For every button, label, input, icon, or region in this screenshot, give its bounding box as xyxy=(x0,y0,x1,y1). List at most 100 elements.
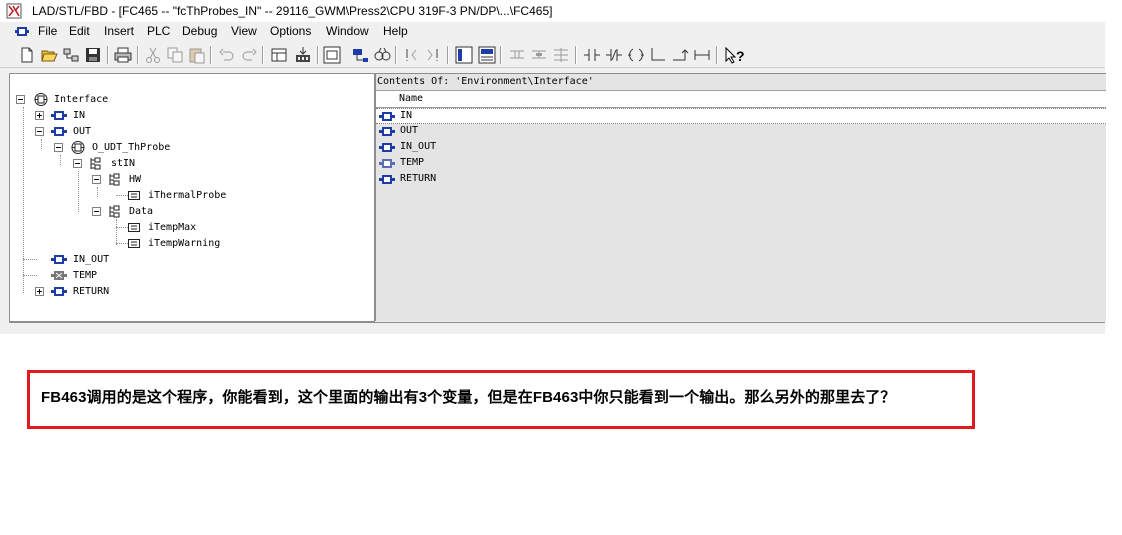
toolbar-separator xyxy=(317,46,319,64)
tree-label: RETURN xyxy=(73,286,110,297)
tree-connector xyxy=(23,259,37,260)
toolbar-separator xyxy=(395,46,397,64)
variable-icon xyxy=(128,191,140,200)
toolbar-separator xyxy=(447,46,449,64)
toolbar-separator xyxy=(575,46,577,64)
undo-icon[interactable] xyxy=(218,46,236,64)
param-icon xyxy=(51,127,67,136)
tree-connector xyxy=(41,139,42,149)
contents-row-return[interactable]: RETURN xyxy=(376,171,1106,187)
svg-text:?: ? xyxy=(736,48,744,64)
collapse-toggle[interactable] xyxy=(16,95,25,104)
menu-help[interactable]: Help xyxy=(383,24,408,38)
new-icon[interactable] xyxy=(18,46,36,64)
tree-label: TEMP xyxy=(73,270,98,281)
collapse-toggle[interactable] xyxy=(35,127,44,136)
cut-icon[interactable] xyxy=(144,46,162,64)
tree-label: IN_OUT xyxy=(73,254,110,265)
toolbar: ? xyxy=(0,42,1105,68)
menu-file[interactable]: File xyxy=(38,24,57,38)
network-icon[interactable] xyxy=(323,46,341,64)
coil-icon[interactable] xyxy=(627,46,645,64)
copy-icon[interactable] xyxy=(166,46,184,64)
menu-edit[interactable]: Edit xyxy=(69,24,90,38)
branch-icon[interactable] xyxy=(508,46,526,64)
contents-row-in-out[interactable]: IN_OUT xyxy=(376,139,1106,155)
close-icon[interactable] xyxy=(671,46,689,64)
param-icon xyxy=(51,111,67,120)
contents-pane[interactable]: Contents Of: 'Environment\Interface' Nam… xyxy=(375,73,1106,321)
toolbar-separator xyxy=(716,46,718,64)
expand-toggle[interactable] xyxy=(35,111,44,120)
param-icon xyxy=(379,143,395,152)
program-elements-icon[interactable] xyxy=(373,46,391,64)
toolbar-separator xyxy=(210,46,212,64)
collapse-toggle[interactable] xyxy=(92,175,101,184)
expand-toggle[interactable] xyxy=(35,287,44,296)
collapse-toggle[interactable] xyxy=(92,207,101,216)
prev-error-icon[interactable] xyxy=(402,46,420,64)
download-icon[interactable] xyxy=(294,46,312,64)
toolbar-separator xyxy=(137,46,139,64)
connection-icon[interactable] xyxy=(693,46,711,64)
struct-icon xyxy=(109,173,120,186)
menu-view[interactable]: View xyxy=(231,24,257,38)
nc-contact-icon[interactable] xyxy=(583,46,601,64)
title-bar: LAD/STL/FBD - [FC465 -- "fcThProbes_IN" … xyxy=(0,0,1105,23)
open-icon[interactable] xyxy=(40,46,58,64)
contact-icon[interactable] xyxy=(605,46,623,64)
collapse-toggle[interactable] xyxy=(54,143,63,152)
tree-connector xyxy=(116,227,128,228)
paste-icon[interactable] xyxy=(188,46,206,64)
no-contact-icon[interactable] xyxy=(552,46,570,64)
interface-tree-pane[interactable]: Interface IN OUT O_UDT_ThProbe stIN HW i… xyxy=(9,73,375,322)
struct-icon xyxy=(90,157,101,170)
tree-connector xyxy=(116,195,128,196)
tree-label: Interface xyxy=(54,92,109,107)
close-branch-icon[interactable] xyxy=(530,46,548,64)
menu-debug[interactable]: Debug xyxy=(182,24,217,38)
tree-connector xyxy=(78,171,79,212)
annotation-text: FB463调用的是这个程序，你能看到，这个里面的输出有3个变量，但是在FB463… xyxy=(41,389,896,406)
menu-plc[interactable]: PLC xyxy=(147,24,170,38)
document-menu-icon[interactable] xyxy=(15,25,29,38)
tree-label: IN xyxy=(73,110,86,121)
param-icon xyxy=(379,112,395,121)
column-header-label: Name xyxy=(399,93,424,104)
contents-row-in[interactable]: IN xyxy=(376,108,1106,124)
menu-bar: File Edit Insert PLC Debug View Options … xyxy=(0,22,1105,41)
print-icon[interactable] xyxy=(114,46,132,64)
contents-row-out[interactable]: OUT xyxy=(376,123,1106,139)
menu-insert[interactable]: Insert xyxy=(104,24,134,38)
tree-label: iTempMax xyxy=(148,222,197,233)
menu-options[interactable]: Options xyxy=(270,24,311,38)
tree-label: iThermalProbe xyxy=(148,190,227,201)
interface-icon xyxy=(34,93,48,106)
monitor-icon[interactable] xyxy=(351,46,369,64)
open-branch-icon[interactable] xyxy=(649,46,667,64)
struct-icon xyxy=(109,205,120,218)
network-insert-icon[interactable] xyxy=(478,46,496,64)
lad-stl-fbd-app-icon xyxy=(6,3,22,19)
next-error-icon[interactable] xyxy=(424,46,442,64)
tree-label: iTempWarning xyxy=(148,238,221,249)
udt-icon xyxy=(71,141,85,154)
code-section-pane[interactable] xyxy=(9,322,1105,333)
toolbar-separator xyxy=(262,46,264,64)
tree-connector xyxy=(23,107,24,293)
details-icon[interactable] xyxy=(455,46,473,64)
online-icon[interactable] xyxy=(62,46,80,64)
variable-icon xyxy=(128,239,140,248)
menu-window[interactable]: Window xyxy=(326,24,369,38)
param-icon xyxy=(379,127,395,136)
toolbar-separator xyxy=(500,46,502,64)
variable-icon xyxy=(128,223,140,232)
collapse-toggle[interactable] xyxy=(73,159,82,168)
help-icon[interactable]: ? xyxy=(724,46,744,64)
annotation-box: FB463调用的是这个程序，你能看到，这个里面的输出有3个变量，但是在FB463… xyxy=(27,370,975,429)
column-header-name[interactable]: Name xyxy=(376,90,1106,108)
contents-row-temp[interactable]: TEMP xyxy=(376,155,1106,171)
redo-icon[interactable] xyxy=(240,46,258,64)
overview-icon[interactable] xyxy=(270,46,288,64)
save-icon[interactable] xyxy=(84,46,102,64)
